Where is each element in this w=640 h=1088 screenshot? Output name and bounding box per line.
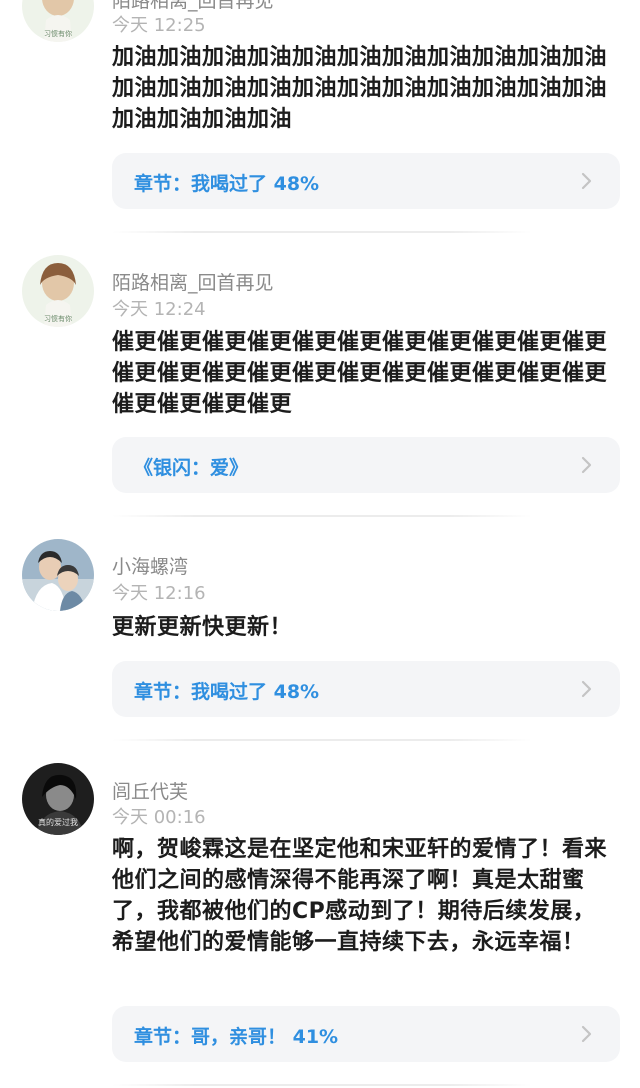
comment-text: 更新更新快更新！ — [112, 615, 293, 640]
username[interactable]: 闾丘代芙 — [112, 777, 188, 804]
chapter-label: 章节：哥，亲哥！ 41% — [134, 1026, 339, 1048]
username[interactable]: 陌路相离_回首再见 — [112, 268, 274, 295]
divider — [112, 1084, 532, 1086]
comment-time: 今天 12:24 — [112, 299, 206, 320]
chevron-right-icon — [581, 680, 592, 698]
user-avatar[interactable]: 习惯有你 — [22, 0, 94, 42]
user-avatar[interactable]: 习惯有你 — [22, 255, 94, 327]
girl-illustration-icon: 习惯有你 — [22, 0, 94, 42]
avatar-caption: 真的爱过我 — [38, 817, 78, 827]
bw-portrait-icon: 真的爱过我 — [22, 763, 94, 835]
chapter-link-card[interactable]: 章节：我喝过了 48% — [112, 153, 620, 209]
chapter-link-card[interactable]: 章节：我喝过了 48% — [112, 661, 620, 717]
chapter-label: 章节：我喝过了 48% — [134, 681, 320, 703]
user-avatar[interactable]: 真的爱过我 — [22, 763, 94, 835]
svg-text:习惯有你: 习惯有你 — [44, 314, 72, 323]
comment-time: 今天 00:16 — [112, 807, 206, 828]
chapter-link-card[interactable]: 章节：哥，亲哥！ 41% — [112, 1006, 620, 1062]
comment-time: 今天 12:25 — [112, 15, 206, 36]
svg-text:习惯有你: 习惯有你 — [44, 29, 72, 38]
chapter-link-card[interactable]: 《银闪：爱》 — [112, 437, 620, 493]
user-avatar[interactable] — [22, 539, 94, 611]
divider — [112, 231, 532, 233]
comment-text: 加油加油加油加油加油加油加油加油加油加油加油加油加油加油加油加油加油加油加油加油… — [112, 45, 608, 132]
divider — [112, 515, 532, 517]
chapter-label: 章节：我喝过了 48% — [134, 173, 320, 195]
comment-text: 催更催更催更催更催更催更催更催更催更催更催更催更催更催更催更催更催更催更催更催更… — [112, 330, 608, 417]
chevron-right-icon — [581, 456, 592, 474]
chevron-right-icon — [581, 172, 592, 190]
chapter-label: 《银闪：爱》 — [134, 457, 249, 479]
username[interactable]: 小海螺湾 — [112, 552, 188, 579]
couple-photo-icon — [22, 539, 94, 611]
comment-text: 啊，贺峻霖这是在坚定他和宋亚轩的爱情了！看来他们之间的感情深得不能再深了啊！真是… — [112, 837, 608, 955]
divider — [112, 739, 532, 741]
comment-time: 今天 12:16 — [112, 583, 206, 604]
girl-illustration-icon: 习惯有你 — [22, 255, 94, 327]
chevron-right-icon — [581, 1025, 592, 1043]
